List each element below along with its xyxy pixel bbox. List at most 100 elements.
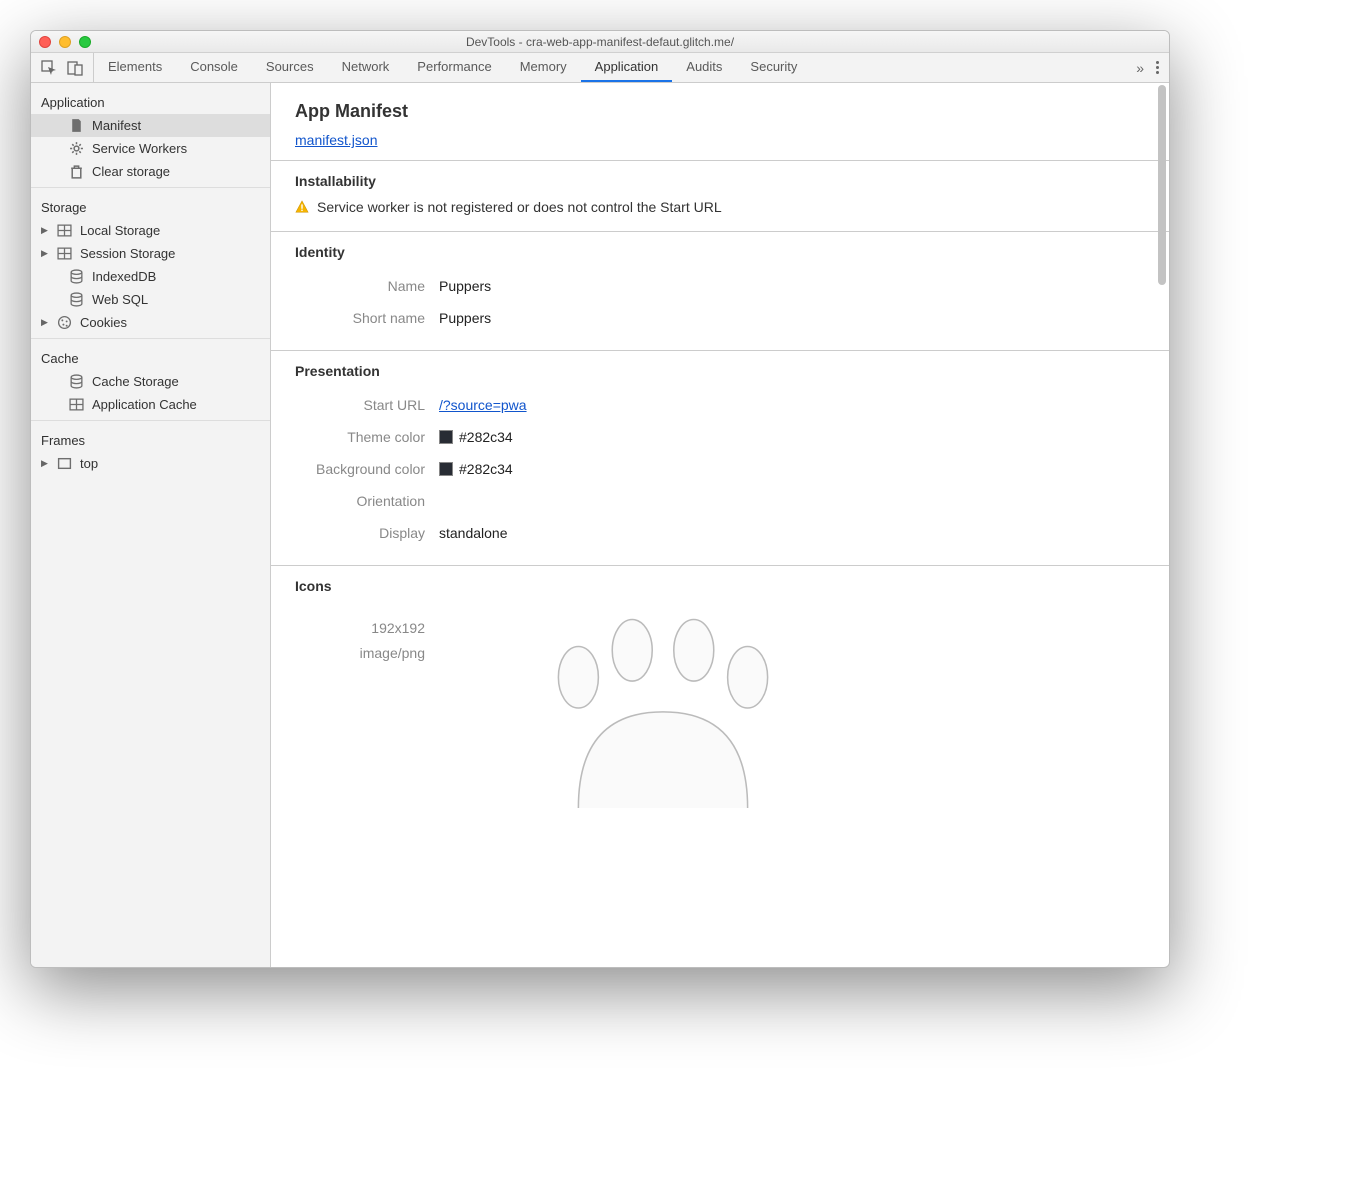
sidebar-item-local-storage[interactable]: ▶ Local Storage xyxy=(31,219,270,242)
icon-size: 192x192 xyxy=(295,616,425,641)
panel-identity: Identity Name Puppers Short name Puppers xyxy=(271,231,1169,350)
sidebar-item-label: Manifest xyxy=(92,118,141,133)
expand-icon[interactable]: ▶ xyxy=(41,248,49,259)
icon-mime: image/png xyxy=(295,641,425,666)
label-theme-color: Theme color xyxy=(295,429,425,445)
database-icon xyxy=(69,269,84,284)
sidebar-header-storage: Storage xyxy=(31,192,270,219)
label-name: Name xyxy=(295,278,425,294)
panel-tabs: Elements Console Sources Network Perform… xyxy=(94,53,811,82)
more-tabs-icon[interactable]: » xyxy=(1136,60,1144,76)
trash-icon xyxy=(69,164,84,179)
sidebar-item-label: IndexedDB xyxy=(92,269,156,284)
label-short-name: Short name xyxy=(295,310,425,326)
window-title: DevTools - cra-web-app-manifest-defaut.g… xyxy=(31,35,1169,49)
sidebar-section-frames: Frames ▶ top xyxy=(31,421,270,479)
content-area: App Manifest manifest.json Installabilit… xyxy=(271,83,1169,967)
tab-sources[interactable]: Sources xyxy=(252,53,328,82)
value-short-name: Puppers xyxy=(439,310,491,326)
sidebar-item-manifest[interactable]: Manifest xyxy=(31,114,270,137)
sidebar-item-label: Service Workers xyxy=(92,141,187,156)
panel-presentation: Presentation Start URL /?source=pwa Them… xyxy=(271,350,1169,565)
warning-text: Service worker is not registered or does… xyxy=(317,199,722,215)
toolbar-left xyxy=(31,53,94,82)
expand-icon[interactable]: ▶ xyxy=(41,317,49,328)
expand-icon[interactable]: ▶ xyxy=(41,225,49,236)
row-theme-color: Theme color #282c34 xyxy=(295,421,1145,453)
manifest-link[interactable]: manifest.json xyxy=(295,132,377,148)
devtools-window: DevTools - cra-web-app-manifest-defaut.g… xyxy=(30,30,1170,968)
label-display: Display xyxy=(295,525,425,541)
sidebar-item-session-storage[interactable]: ▶ Session Storage xyxy=(31,242,270,265)
tab-audits[interactable]: Audits xyxy=(672,53,736,82)
sidebar-section-storage: Storage ▶ Local Storage ▶ Session Storag… xyxy=(31,188,270,339)
panel-title-presentation: Presentation xyxy=(295,363,1145,379)
expand-icon[interactable]: ▶ xyxy=(41,458,49,469)
sidebar-item-cookies[interactable]: ▶ Cookies xyxy=(31,311,270,334)
tab-console[interactable]: Console xyxy=(176,53,252,82)
sidebar-item-label: Web SQL xyxy=(92,292,148,307)
label-start-url: Start URL xyxy=(295,397,425,413)
sidebar-item-clear-storage[interactable]: Clear storage xyxy=(31,160,270,183)
sidebar-header-application: Application xyxy=(31,87,270,114)
table-icon xyxy=(69,397,84,412)
sidebar-header-cache: Cache xyxy=(31,343,270,370)
panel-title-identity: Identity xyxy=(295,244,1145,260)
manifest-icon-preview xyxy=(453,608,873,808)
sidebar: Application Manifest Service Workers Cle… xyxy=(31,83,271,967)
row-name: Name Puppers xyxy=(295,270,1145,302)
device-toolbar-icon[interactable] xyxy=(67,60,83,76)
icons-block: 192x192 image/png xyxy=(295,604,1145,808)
icons-meta: 192x192 image/png xyxy=(295,608,425,808)
tab-security[interactable]: Security xyxy=(736,53,811,82)
value-display: standalone xyxy=(439,525,508,541)
sidebar-item-label: Cache Storage xyxy=(92,374,179,389)
sidebar-item-indexeddb[interactable]: IndexedDB xyxy=(31,265,270,288)
sidebar-item-top-frame[interactable]: ▶ top xyxy=(31,452,270,475)
titlebar: DevTools - cra-web-app-manifest-defaut.g… xyxy=(31,31,1169,53)
sidebar-item-label: Session Storage xyxy=(80,246,175,261)
tabbar: Elements Console Sources Network Perform… xyxy=(31,53,1169,83)
panel-icons: Icons 192x192 image/png xyxy=(271,565,1169,824)
inspect-icon[interactable] xyxy=(41,60,57,76)
scrollbar-thumb[interactable] xyxy=(1158,85,1166,285)
start-url-link[interactable]: /?source=pwa xyxy=(439,397,527,413)
sidebar-item-label: Application Cache xyxy=(92,397,197,412)
sidebar-header-frames: Frames xyxy=(31,425,270,452)
row-start-url: Start URL /?source=pwa xyxy=(295,389,1145,421)
cookie-icon xyxy=(57,315,72,330)
sidebar-item-label: Clear storage xyxy=(92,164,170,179)
sidebar-item-label: top xyxy=(80,456,98,471)
content-inner: App Manifest manifest.json Installabilit… xyxy=(271,83,1169,824)
installability-warning: Service worker is not registered or does… xyxy=(295,199,1145,215)
label-bg-color: Background color xyxy=(295,461,425,477)
sidebar-item-label: Local Storage xyxy=(80,223,160,238)
page-title: App Manifest xyxy=(271,101,1169,128)
row-short-name: Short name Puppers xyxy=(295,302,1145,334)
tab-memory[interactable]: Memory xyxy=(506,53,581,82)
toolbar-right: » xyxy=(1126,53,1169,82)
panel-title-icons: Icons xyxy=(295,578,1145,594)
sidebar-item-service-workers[interactable]: Service Workers xyxy=(31,137,270,160)
tab-performance[interactable]: Performance xyxy=(403,53,505,82)
panel-body: Application Manifest Service Workers Cle… xyxy=(31,83,1169,967)
panel-title-installability: Installability xyxy=(295,173,1145,189)
table-icon xyxy=(57,223,72,238)
gear-icon xyxy=(69,141,84,156)
sidebar-item-application-cache[interactable]: Application Cache xyxy=(31,393,270,416)
tab-application[interactable]: Application xyxy=(581,53,673,82)
sidebar-section-application: Application Manifest Service Workers Cle… xyxy=(31,83,270,188)
value-theme-color: #282c34 xyxy=(459,429,513,445)
panel-installability: Installability Service worker is not reg… xyxy=(271,160,1169,231)
value-bg-color: #282c34 xyxy=(459,461,513,477)
row-bg-color: Background color #282c34 xyxy=(295,453,1145,485)
sidebar-item-cache-storage[interactable]: Cache Storage xyxy=(31,370,270,393)
sidebar-item-label: Cookies xyxy=(80,315,127,330)
scrollbar[interactable] xyxy=(1156,83,1168,967)
sidebar-item-websql[interactable]: Web SQL xyxy=(31,288,270,311)
theme-color-swatch xyxy=(439,430,453,444)
tab-network[interactable]: Network xyxy=(328,53,404,82)
table-icon xyxy=(57,246,72,261)
settings-menu-icon[interactable] xyxy=(1156,61,1159,74)
tab-elements[interactable]: Elements xyxy=(94,53,176,82)
